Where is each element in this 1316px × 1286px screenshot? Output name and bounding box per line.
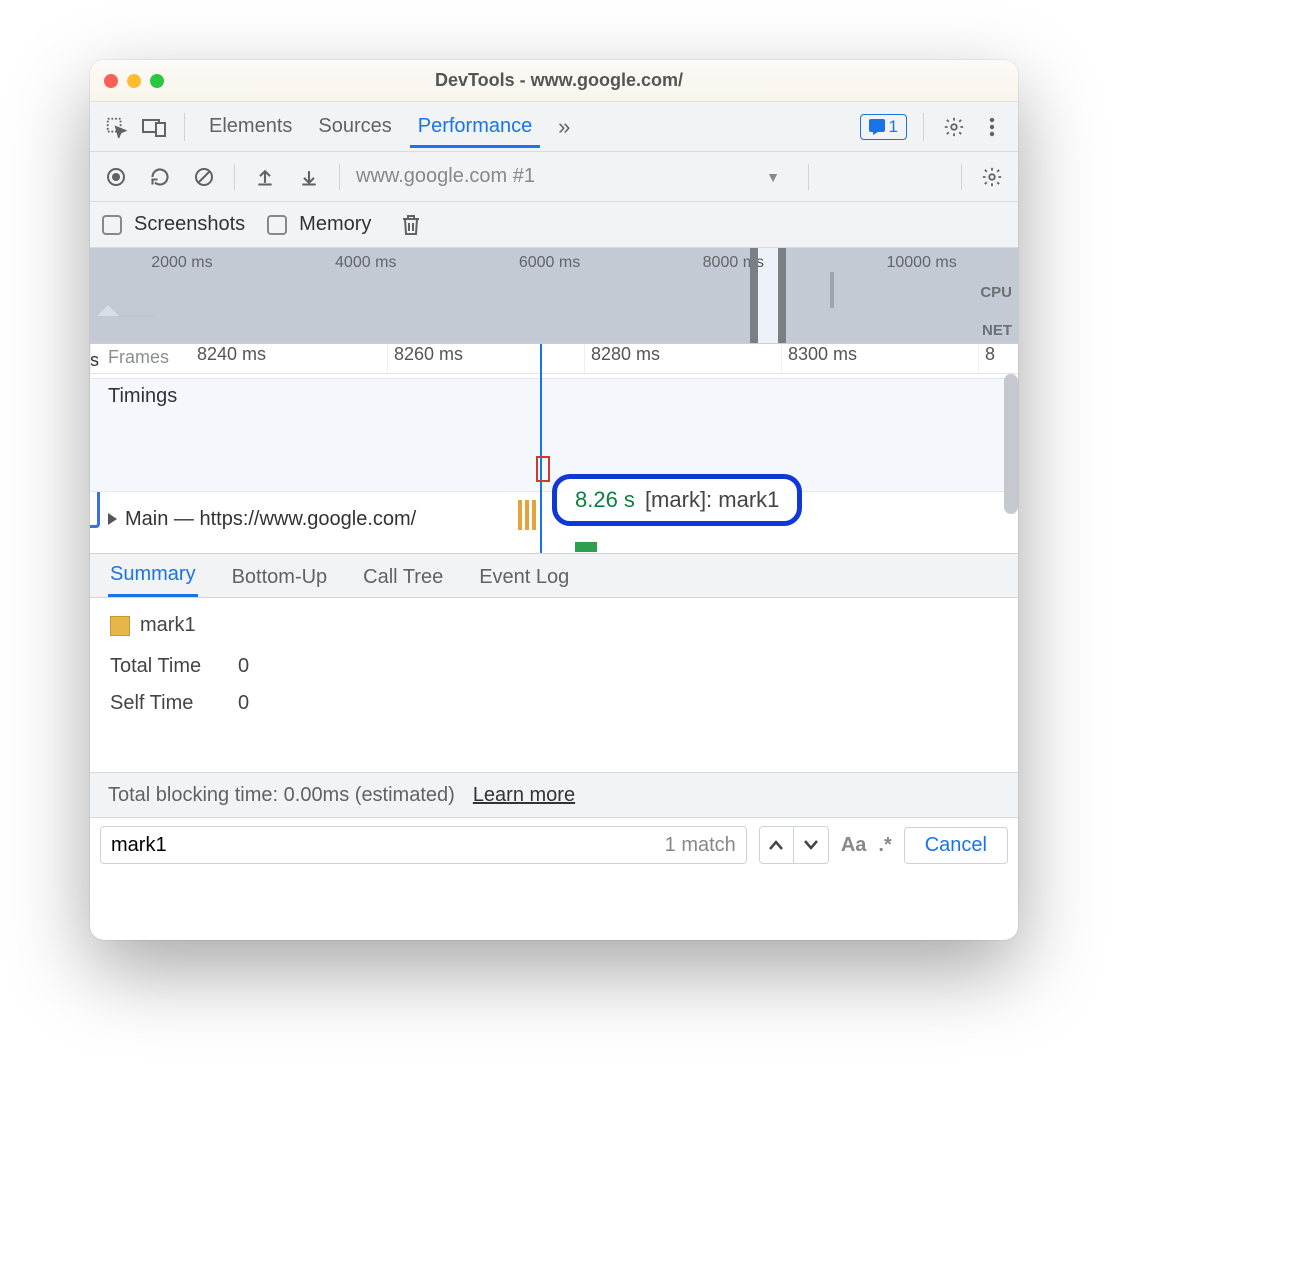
minimize-icon[interactable] xyxy=(127,74,141,88)
search-nav xyxy=(759,826,829,864)
trash-icon[interactable] xyxy=(397,211,425,239)
issues-badge[interactable]: 1 xyxy=(860,114,907,140)
self-time-value: 0 xyxy=(238,692,249,715)
frames-label: Frames xyxy=(108,347,169,368)
close-icon[interactable] xyxy=(104,74,118,88)
tab-bottom-up[interactable]: Bottom-Up xyxy=(230,558,330,597)
settings-icon[interactable] xyxy=(940,113,968,141)
perf-toolbar: www.google.com #1 ▼ xyxy=(90,152,1018,202)
reload-icon[interactable] xyxy=(146,163,174,191)
timing-marker[interactable] xyxy=(536,456,550,482)
learn-more-link[interactable]: Learn more xyxy=(473,784,575,807)
window-title: DevTools - www.google.com/ xyxy=(164,70,1004,91)
total-time-value: 0 xyxy=(238,655,249,678)
options-row: Screenshots Memory xyxy=(90,202,1018,248)
overview-dim-right xyxy=(786,248,1018,343)
match-case-toggle[interactable]: Aa xyxy=(841,834,867,857)
screenshots-checkbox[interactable] xyxy=(102,215,122,235)
playhead[interactable] xyxy=(540,344,542,553)
blocking-bar: Total blocking time: 0.00ms (estimated) … xyxy=(90,772,1018,818)
upload-icon[interactable] xyxy=(251,163,279,191)
record-icon[interactable] xyxy=(102,163,130,191)
zoom-icon[interactable] xyxy=(150,74,164,88)
tab-elements[interactable]: Elements xyxy=(201,105,300,148)
task-bars xyxy=(518,500,536,530)
overview-dim-left xyxy=(90,248,750,343)
details-tabs: Summary Bottom-Up Call Tree Event Log xyxy=(90,554,1018,598)
task-block[interactable] xyxy=(575,542,597,552)
memory-label: Memory xyxy=(299,213,371,236)
search-bar: 1 match Aa .* Cancel xyxy=(90,818,1018,872)
total-time-label: Total Time xyxy=(110,655,220,678)
clear-icon[interactable] xyxy=(190,163,218,191)
tab-call-tree[interactable]: Call Tree xyxy=(361,558,445,597)
memory-checkbox[interactable] xyxy=(267,215,287,235)
main-track[interactable]: Main — https://www.google.com/ xyxy=(90,502,1006,536)
overview-handle-left[interactable] xyxy=(750,248,758,343)
kebab-icon[interactable] xyxy=(978,113,1006,141)
window-titlebar: DevTools - www.google.com/ xyxy=(90,60,1018,102)
next-match-icon[interactable] xyxy=(794,827,828,863)
mark-name: mark1 xyxy=(140,614,196,637)
traffic-lights xyxy=(104,74,164,88)
search-box: 1 match xyxy=(100,826,747,864)
device-toggle-icon[interactable] xyxy=(140,113,168,141)
download-icon[interactable] xyxy=(295,163,323,191)
cpu-spark xyxy=(96,300,156,318)
tab-sources[interactable]: Sources xyxy=(310,105,399,148)
mark-swatch xyxy=(110,616,130,636)
tab-event-log[interactable]: Event Log xyxy=(477,558,571,597)
recording-select[interactable]: www.google.com #1 ▼ xyxy=(356,165,792,188)
blocking-text: Total blocking time: 0.00ms (estimated) xyxy=(108,784,455,807)
prev-match-icon[interactable] xyxy=(760,827,794,863)
regex-toggle[interactable]: .* xyxy=(878,834,891,857)
expand-icon[interactable] xyxy=(108,513,117,525)
screenshots-label: Screenshots xyxy=(134,213,245,236)
flame-ruler: Frames 8240 ms 8260 ms 8280 ms 8300 ms 8 xyxy=(90,344,1018,374)
tab-performance[interactable]: Performance xyxy=(410,105,541,148)
search-input[interactable] xyxy=(111,834,657,857)
cancel-button[interactable]: Cancel xyxy=(904,827,1008,864)
scrollbar[interactable] xyxy=(1004,374,1018,514)
more-tabs-icon[interactable]: » xyxy=(550,113,578,141)
devtools-window: DevTools - www.google.com/ Elements Sour… xyxy=(90,60,1018,940)
panel-tabs: Elements Sources Performance » 1 xyxy=(90,102,1018,152)
tab-summary[interactable]: Summary xyxy=(108,555,198,597)
mark-tooltip: 8.26 s [mark]: mark1 xyxy=(552,474,802,526)
chevron-down-icon: ▼ xyxy=(766,169,780,185)
overview-timeline[interactable]: 2000 ms 4000 ms 6000 ms 8000 ms 10000 ms… xyxy=(90,248,1018,344)
flame-chart[interactable]: ns Frames 8240 ms 8260 ms 8280 ms 8300 m… xyxy=(90,344,1018,554)
summary-panel: mark1 Total Time 0 Self Time 0 xyxy=(90,598,1018,772)
capture-settings-icon[interactable] xyxy=(978,163,1006,191)
self-time-label: Self Time xyxy=(110,692,220,715)
overview-handle-right[interactable] xyxy=(778,248,786,343)
inspect-icon[interactable] xyxy=(102,113,130,141)
match-count: 1 match xyxy=(665,834,736,857)
